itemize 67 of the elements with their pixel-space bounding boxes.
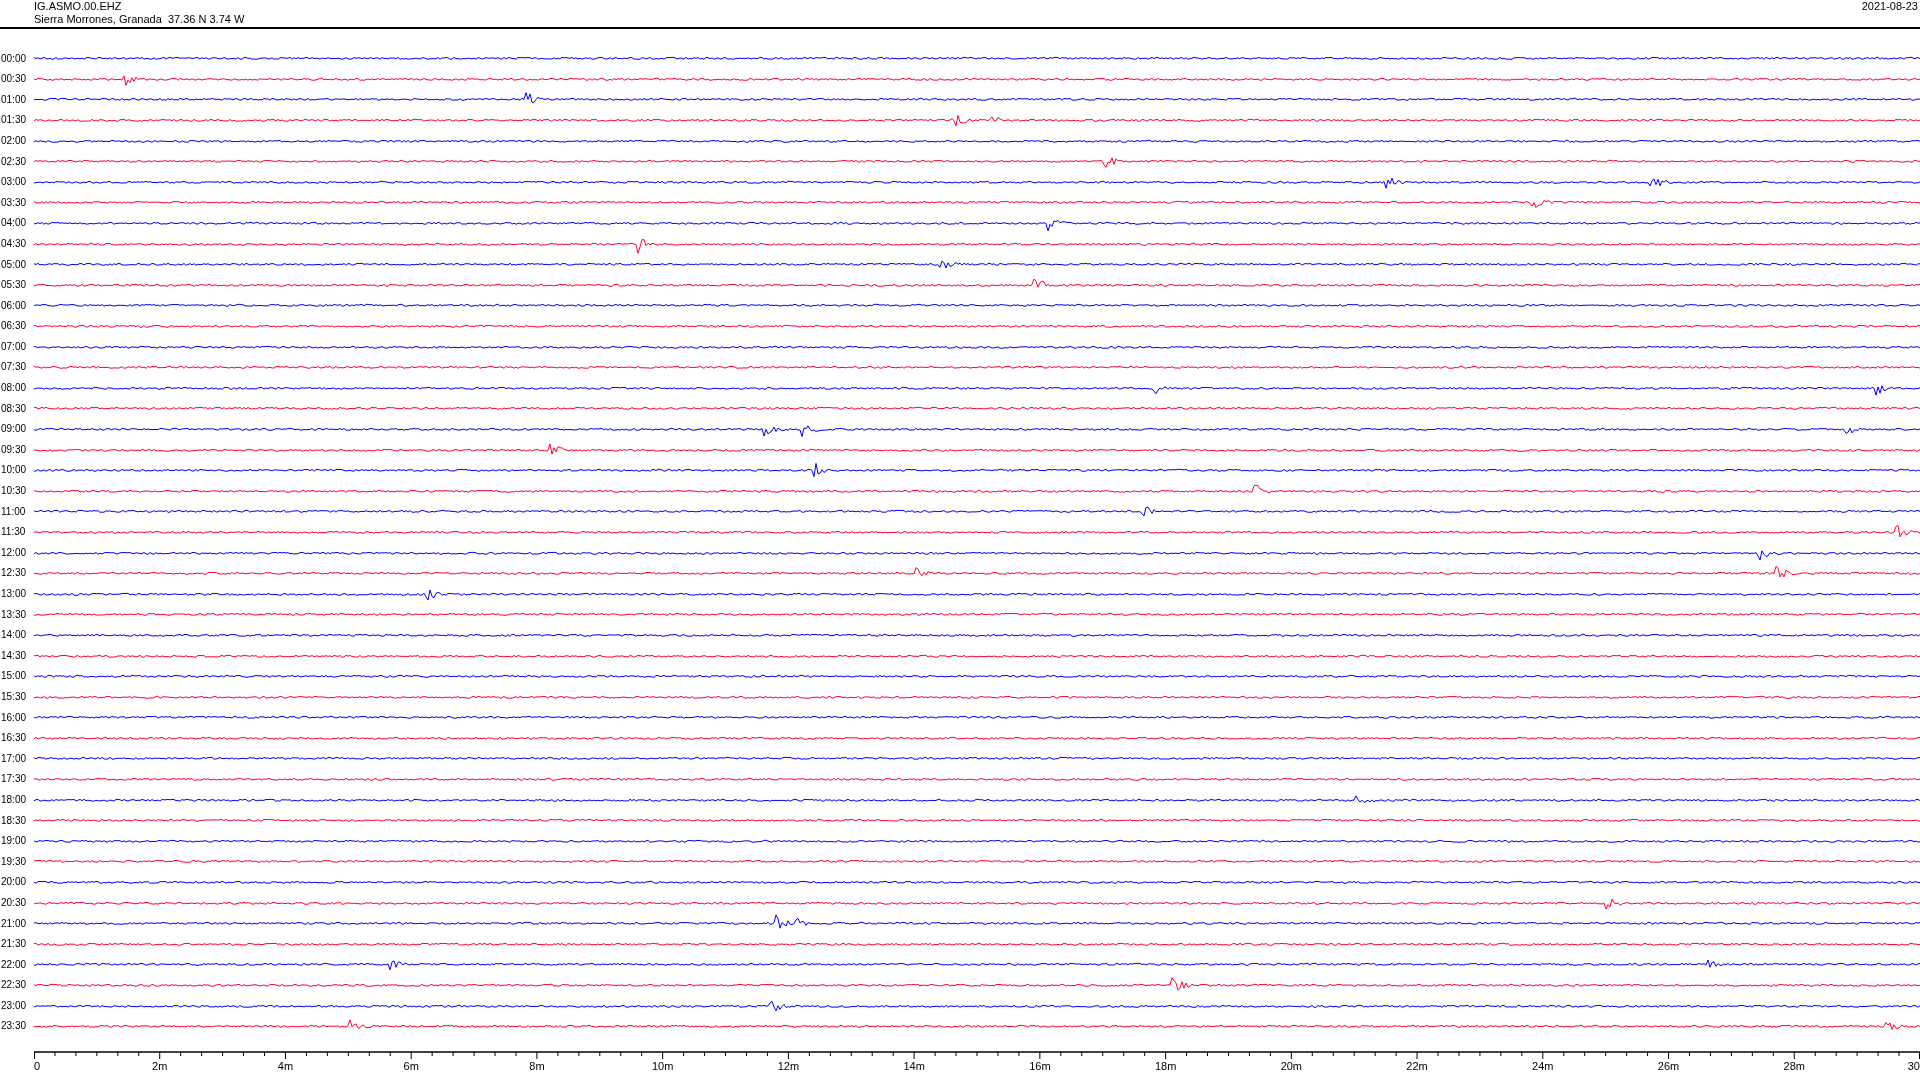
- axis-label: 26m: [1657, 1059, 1680, 1073]
- axis-label: 14m: [903, 1059, 925, 1073]
- time-label: 21:00: [0, 917, 28, 930]
- axis-label: 0: [34, 1059, 41, 1073]
- time-label: 10:00: [0, 464, 28, 477]
- time-label: 07:00: [0, 340, 28, 353]
- time-label: 06:00: [0, 299, 28, 312]
- time-label: 17:30: [0, 773, 28, 786]
- axis-label: 18m: [1154, 1059, 1177, 1073]
- time-label: 05:30: [0, 279, 28, 292]
- time-label: 10:30: [0, 485, 28, 498]
- time-label: 21:30: [0, 938, 28, 951]
- axis-label: 16m: [1029, 1059, 1051, 1073]
- station-location: Sierra Morrones, Granada 37.36 N 3.74 W: [34, 13, 245, 26]
- time-label: 19:00: [0, 835, 28, 848]
- time-label: 12:00: [0, 546, 28, 559]
- time-label: 22:00: [0, 958, 28, 971]
- time-label: 09:30: [0, 443, 28, 456]
- axis-label: 28m: [1783, 1059, 1805, 1073]
- axis-label: 22m: [1406, 1059, 1428, 1073]
- time-label: 16:30: [0, 732, 28, 745]
- time-label: 06:30: [0, 320, 28, 333]
- axis-label: 20m: [1280, 1059, 1303, 1073]
- axis-label: 2m: [152, 1059, 168, 1073]
- axis-label: 10m: [651, 1059, 674, 1073]
- time-label: 12:30: [0, 567, 28, 580]
- time-label: 01:00: [0, 93, 28, 106]
- axis-label: 30: [1907, 1059, 1920, 1073]
- time-label: 00:00: [0, 52, 28, 65]
- time-label: 03:30: [0, 196, 28, 209]
- axis-label: 12m: [777, 1059, 800, 1073]
- axis-label: 24m: [1532, 1059, 1554, 1073]
- time-label: 19:30: [0, 855, 28, 868]
- axis-label: 6m: [403, 1059, 419, 1073]
- station-code: IG.ASMO.00.EHZ: [34, 0, 123, 13]
- time-label: 08:00: [0, 382, 28, 395]
- time-label: 04:00: [0, 217, 28, 230]
- time-label: 22:30: [0, 979, 28, 992]
- time-label: 15:30: [0, 691, 28, 703]
- time-label: 16:00: [0, 711, 28, 724]
- time-label: 02:00: [0, 134, 28, 147]
- axis-label: 4m: [277, 1059, 294, 1073]
- axis-label: 8m: [529, 1059, 545, 1073]
- time-label: 08:30: [0, 402, 28, 415]
- time-label: 18:00: [0, 793, 28, 806]
- time-label: 20:30: [0, 896, 28, 909]
- time-label: 13:00: [0, 588, 28, 600]
- time-label: 00:30: [0, 73, 28, 86]
- time-label: 02:30: [0, 155, 28, 168]
- time-label: 11:00: [0, 505, 27, 518]
- time-label: 18:30: [0, 814, 28, 827]
- time-label: 20:00: [0, 876, 28, 889]
- time-label: 05:00: [0, 258, 28, 271]
- time-label: 17:00: [0, 752, 28, 765]
- time-label: 13:30: [0, 608, 28, 621]
- time-label: 11:30: [0, 526, 27, 539]
- time-label: 23:00: [0, 999, 28, 1012]
- time-label: 03:00: [0, 176, 28, 189]
- time-label: 09:00: [0, 423, 28, 436]
- time-label: 01:30: [0, 114, 28, 127]
- time-label: 04:30: [0, 237, 28, 250]
- plot-date: 2021-08-23: [1861, 0, 1918, 13]
- time-label: 23:30: [0, 1020, 28, 1033]
- time-label: 14:30: [0, 649, 28, 662]
- time-label: 07:30: [0, 361, 28, 374]
- time-label: 15:00: [0, 670, 28, 683]
- time-label: 14:00: [0, 629, 28, 642]
